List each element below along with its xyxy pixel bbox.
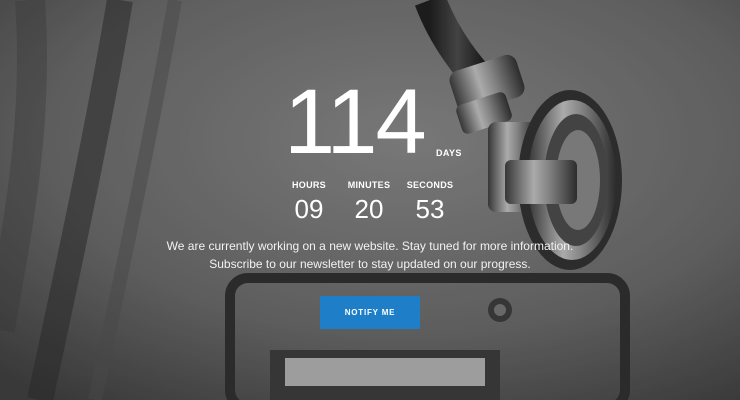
notify-me-button[interactable]: NOTIFY ME: [320, 296, 420, 329]
minutes-label: MINUTES: [347, 180, 391, 190]
minutes-value: 20: [354, 194, 384, 224]
status-message: We are currently working on a new websit…: [120, 237, 620, 273]
days-label: DAYS: [436, 148, 462, 158]
coming-soon-page: 114 DAYS HOURS 09 MINUTES 20 SECONDS 53 …: [0, 0, 740, 400]
message-line-1: We are currently working on a new websit…: [166, 239, 574, 253]
message-line-2: Subscribe to our newsletter to stay upda…: [209, 257, 531, 271]
days-count: 114: [284, 71, 427, 173]
minutes-unit: MINUTES 20: [334, 180, 404, 224]
seconds-label: SECONDS: [406, 180, 454, 190]
seconds-value: 53: [415, 194, 445, 224]
countdown-content: 114 DAYS HOURS 09 MINUTES 20 SECONDS 53 …: [0, 0, 740, 400]
seconds-unit: SECONDS 53: [395, 180, 465, 224]
